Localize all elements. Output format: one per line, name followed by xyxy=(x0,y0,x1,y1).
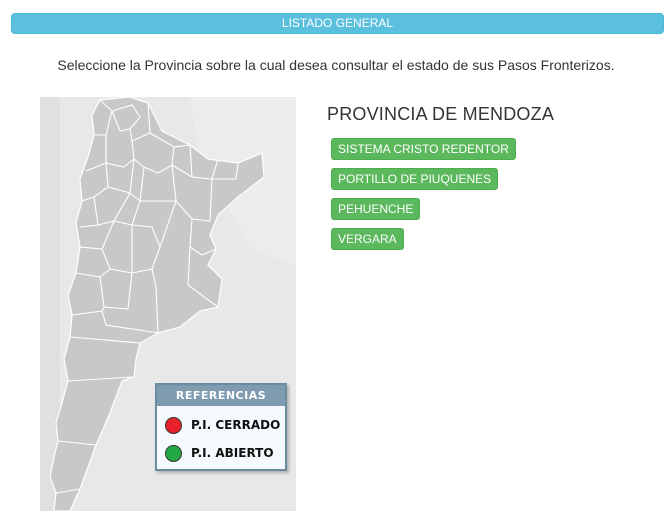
legend-label-cerrado: P.I. CERRADO xyxy=(191,418,281,432)
instruction-text: Seleccione la Provincia sobre la cual de… xyxy=(57,57,615,73)
red-status-dot-icon xyxy=(165,416,182,434)
legend-item-abierto: P.I. ABIERTO xyxy=(165,443,274,463)
pass-button-vergara[interactable]: VERGARA xyxy=(331,228,404,250)
pass-button-cristo-redentor[interactable]: SISTEMA CRISTO REDENTOR xyxy=(331,138,516,160)
listado-general-bar[interactable]: LISTADO GENERAL xyxy=(11,13,664,34)
legend-item-cerrado: P.I. CERRADO xyxy=(165,415,280,435)
province-title: PROVINCIA DE MENDOZA xyxy=(327,104,555,124)
legend-label-abierto: P.I. ABIERTO xyxy=(191,446,274,460)
legend-box: REFERENCIAS P.I. CERRADO P.I. ABIERTO xyxy=(155,383,287,471)
green-status-dot-icon xyxy=(165,444,182,462)
legend-title: REFERENCIAS xyxy=(157,385,285,406)
pass-button-portillo-de-piuquenes[interactable]: PORTILLO DE PIUQUENES xyxy=(331,168,499,190)
pass-button-pehuenche[interactable]: PEHUENCHE xyxy=(331,198,421,220)
